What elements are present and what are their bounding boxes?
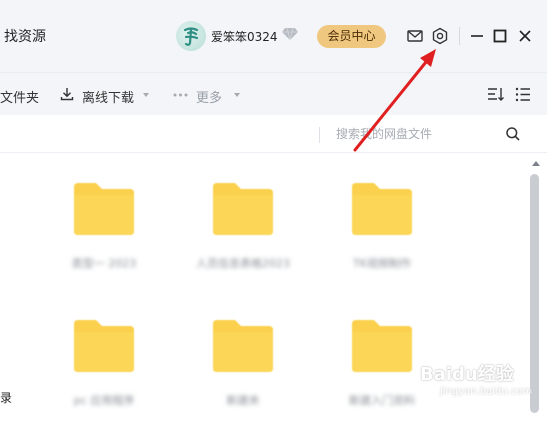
watermark-logo: Baidu经验 — [420, 364, 514, 385]
mail-icon[interactable] — [405, 26, 425, 46]
sort-icon[interactable] — [487, 86, 505, 103]
folder-name: TK视频制作 — [353, 257, 411, 270]
list-view-icon[interactable] — [515, 87, 531, 102]
sidebar-item-partial[interactable]: 录 — [0, 389, 12, 406]
vip-diamond-icon[interactable] — [282, 27, 298, 41]
folder-name: 类型一 2023 — [71, 257, 137, 270]
file-toolbar: 文件夹 离线下载 更多 — [0, 72, 547, 115]
folder-name: pc 应用程序 — [73, 394, 135, 407]
close-icon[interactable] — [515, 26, 535, 46]
scrollbar-thumb[interactable] — [530, 174, 539, 413]
search-icon[interactable] — [505, 126, 521, 142]
folder-name: 新建入门资料 — [349, 394, 415, 407]
scroll-up-arrow-icon[interactable] — [532, 161, 540, 166]
folder-icon — [74, 183, 134, 235]
more-dots-icon[interactable] — [173, 93, 188, 97]
more-button[interactable]: 更多 — [196, 87, 222, 106]
more-dropdown-caret[interactable] — [234, 93, 240, 97]
search-divider — [319, 127, 320, 143]
download-icon[interactable] — [59, 86, 75, 102]
folder-item[interactable]: TK视频制作 — [342, 181, 422, 291]
folder-name: 人员信息表格2023 — [196, 257, 290, 270]
folder-icon — [213, 183, 273, 235]
maximize-icon[interactable] — [490, 26, 510, 46]
titlebar-separator — [459, 27, 460, 45]
title-bar: 找资源 爱笨笨0324 会员中心 — [0, 0, 547, 72]
avatar-calligraphy-icon — [183, 27, 199, 46]
watermark-url: jingyan.baidu.com — [440, 386, 533, 397]
username[interactable]: 爱笨笨0324 — [211, 28, 278, 45]
vip-center-button[interactable]: 会员中心 — [317, 25, 386, 48]
folder-item[interactable]: 新建入门资料 — [342, 318, 422, 428]
folder-icon — [352, 320, 412, 372]
new-folder-button[interactable]: 文件夹 — [0, 87, 39, 106]
folder-item[interactable]: 人员信息表格2023 — [196, 181, 290, 291]
folder-icon — [352, 183, 412, 235]
search-bar — [0, 115, 547, 153]
offline-download-dropdown-caret[interactable] — [143, 93, 149, 97]
folder-icon — [74, 320, 134, 372]
folder-item[interactable]: 新建夹 — [203, 318, 283, 428]
search-input[interactable] — [336, 124, 496, 144]
settings-gear-icon[interactable] — [430, 26, 450, 46]
folder-icon — [213, 320, 273, 372]
user-avatar[interactable] — [176, 21, 206, 51]
minimize-icon[interactable] — [467, 26, 487, 46]
folder-item[interactable]: 类型一 2023 — [64, 181, 144, 291]
offline-download-button[interactable]: 离线下载 — [82, 87, 134, 106]
folder-name: 新建夹 — [226, 394, 260, 407]
folder-item[interactable]: pc 应用程序 — [64, 318, 144, 428]
nav-find-resources[interactable]: 找资源 — [4, 26, 46, 46]
